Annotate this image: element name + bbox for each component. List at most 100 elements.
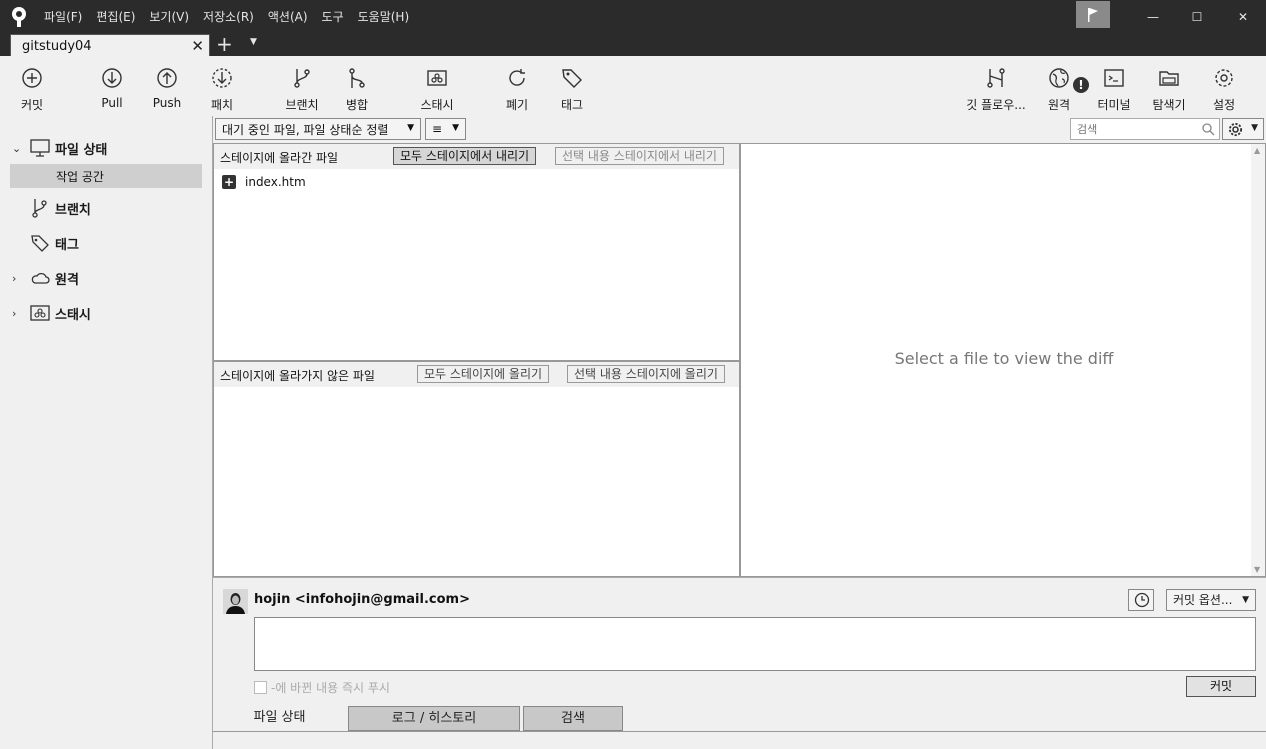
search-box[interactable] bbox=[1070, 118, 1220, 140]
branch-button[interactable]: 브랜치 bbox=[272, 66, 332, 113]
chevron-right-icon[interactable]: › bbox=[12, 272, 16, 285]
folder-icon bbox=[1159, 71, 1179, 86]
terminal-button[interactable]: 터미널 bbox=[1084, 66, 1144, 113]
staged-pane-title: 스테이지에 올라간 파일 bbox=[220, 151, 339, 165]
explorer-label: 탐색기 bbox=[1152, 98, 1186, 112]
tab-file-status[interactable]: 파일 상태 bbox=[213, 706, 346, 731]
chevron-down-icon: ▼ bbox=[1242, 595, 1249, 605]
unstaged-pane-title: 스테이지에 올라가지 않은 파일 bbox=[220, 369, 375, 383]
pull-arrow-down-icon bbox=[102, 68, 122, 88]
repo-tab-label: gitstudy04 bbox=[22, 39, 92, 54]
chevron-down-icon[interactable]: ⌄ bbox=[12, 142, 21, 155]
scroll-down-icon[interactable]: ▼ bbox=[1254, 565, 1260, 574]
commit-history-button[interactable] bbox=[1128, 589, 1154, 611]
menu-actions[interactable]: 액션(A) bbox=[268, 8, 308, 25]
menu-tools[interactable]: 도구 bbox=[322, 8, 344, 25]
commit-button[interactable]: 커밋 bbox=[1186, 676, 1256, 697]
settings-label: 설정 bbox=[1212, 98, 1236, 112]
sidebar-item-remotes[interactable]: › 원격 bbox=[0, 265, 212, 291]
sidebar-item-workspace[interactable]: 작업 공간 bbox=[10, 164, 202, 188]
gear-icon bbox=[1215, 69, 1233, 87]
chevron-right-icon[interactable]: › bbox=[12, 307, 16, 320]
search-input[interactable] bbox=[1077, 120, 1197, 138]
list-view-icon: ≡ bbox=[432, 122, 443, 136]
merge-button[interactable]: 병합 bbox=[327, 66, 387, 113]
tab-bar: gitstudy04 ✕ + ▼ bbox=[0, 33, 1266, 57]
tab-log-history[interactable]: 로그 / 히스토리 bbox=[348, 706, 520, 731]
push-immediately-label: -에 바뀐 내용 즉시 푸시 bbox=[271, 681, 390, 695]
flag-icon bbox=[1088, 7, 1098, 22]
menu-view[interactable]: 보기(V) bbox=[149, 8, 189, 25]
unstage-selected-button[interactable]: 선택 내용 스테이지에서 내리기 bbox=[555, 147, 724, 165]
terminal-label: 터미널 bbox=[1097, 98, 1131, 112]
git-flow-button[interactable]: 깃 플로우... bbox=[966, 66, 1026, 113]
discard-label: 폐기 bbox=[505, 98, 529, 112]
sidebar-item-stashes[interactable]: › 스태시 bbox=[0, 300, 212, 326]
explorer-button[interactable]: 탐색기 bbox=[1139, 66, 1199, 113]
sidebar-item-tags[interactable]: 태그 bbox=[0, 230, 212, 256]
chevron-down-icon: ▼ bbox=[407, 123, 414, 133]
maximize-button[interactable]: ☐ bbox=[1174, 0, 1220, 33]
branch-label: 브랜치 bbox=[285, 98, 319, 112]
commit-options-dropdown[interactable]: 커밋 옵션... ▼ bbox=[1166, 589, 1256, 611]
filter-bar: 대기 중인 파일, 파일 상태순 정렬 ▼ ≡ ▼ ▼ bbox=[213, 116, 1266, 143]
unstaged-files-pane: 스테이지에 올라가지 않은 파일 모두 스테이지에 올리기 선택 내용 스테이지… bbox=[213, 361, 740, 577]
staged-file-name: index.htm bbox=[245, 175, 306, 189]
diff-pane: Select a file to view the diff ▲ ▼ bbox=[740, 143, 1266, 577]
sidebar-file-status[interactable]: ⌄ 파일 상태 bbox=[0, 135, 212, 161]
menu-file[interactable]: 파일(F) bbox=[44, 8, 82, 25]
tab-list-dropdown-icon[interactable]: ▼ bbox=[250, 37, 257, 47]
bottom-tab-bar: 파일 상태 로그 / 히스토리 검색 bbox=[213, 706, 1266, 733]
diff-scrollbar[interactable]: ▲ ▼ bbox=[1251, 144, 1265, 576]
sidebar: ⌄ 파일 상태 작업 공간 브랜치 태그 › 원격 › 스태시 bbox=[0, 116, 212, 749]
sidebar-remotes-label: 원격 bbox=[55, 272, 79, 288]
stash-button[interactable]: 스태시 bbox=[407, 66, 467, 113]
repo-tab[interactable]: gitstudy04 ✕ bbox=[10, 34, 210, 57]
sidebar-branches-label: 브랜치 bbox=[55, 202, 91, 218]
push-immediately-checkbox[interactable]: -에 바뀐 내용 즉시 푸시 bbox=[254, 679, 390, 696]
stash-box-icon bbox=[30, 305, 50, 321]
settings-button[interactable]: 설정 bbox=[1194, 66, 1254, 113]
checkbox-icon[interactable] bbox=[254, 681, 267, 694]
settings-dropdown[interactable]: ▼ bbox=[1222, 118, 1264, 140]
discard-button[interactable]: 폐기 bbox=[487, 66, 547, 113]
git-flow-icon bbox=[987, 68, 1005, 88]
commit-message-input[interactable] bbox=[254, 617, 1256, 671]
fetch-dashed-arrow-icon bbox=[212, 68, 232, 88]
unstaged-pane-header: 스테이지에 올라가지 않은 파일 모두 스테이지에 올리기 선택 내용 스테이지… bbox=[214, 362, 739, 387]
git-flow-label: 깃 플로우... bbox=[966, 98, 1026, 112]
unstage-all-button[interactable]: 모두 스테이지에서 내리기 bbox=[393, 147, 537, 165]
push-button[interactable]: Push bbox=[137, 66, 197, 110]
commit-options-label: 커밋 옵션... bbox=[1173, 593, 1233, 607]
stage-all-button[interactable]: 모두 스테이지에 올리기 bbox=[417, 365, 550, 383]
title-bar: 파일(F) 편집(E) 보기(V) 저장소(R) 액션(A) 도구 도움말(H)… bbox=[0, 0, 1266, 33]
close-window-button[interactable]: ✕ bbox=[1220, 0, 1266, 33]
new-tab-button[interactable]: + bbox=[216, 33, 233, 55]
menu-help[interactable]: 도움말(H) bbox=[358, 8, 410, 25]
fetch-button[interactable]: 패치 bbox=[192, 66, 252, 113]
tab-search[interactable]: 검색 bbox=[523, 706, 623, 731]
monitor-icon bbox=[30, 139, 50, 157]
tag-button[interactable]: 태그 bbox=[542, 66, 602, 113]
scroll-up-icon[interactable]: ▲ bbox=[1254, 146, 1260, 155]
sort-dropdown[interactable]: 대기 중인 파일, 파일 상태순 정렬 ▼ bbox=[215, 118, 421, 140]
stash-label: 스태시 bbox=[420, 98, 454, 112]
terminal-icon bbox=[1104, 69, 1124, 87]
sidebar-item-branches[interactable]: 브랜치 bbox=[0, 195, 212, 221]
minimize-button[interactable]: — bbox=[1130, 0, 1176, 33]
notification-flag-button[interactable] bbox=[1076, 1, 1110, 28]
commit-tool-button[interactable]: 커밋 bbox=[2, 66, 62, 113]
stage-selected-button[interactable]: 선택 내용 스테이지에 올리기 bbox=[567, 365, 725, 383]
branch-icon bbox=[294, 69, 310, 88]
menu-edit[interactable]: 편집(E) bbox=[96, 8, 135, 25]
view-mode-dropdown[interactable]: ≡ ▼ bbox=[425, 118, 466, 140]
pull-button[interactable]: Pull bbox=[82, 66, 142, 110]
tag-label: 태그 bbox=[560, 98, 584, 112]
list-item[interactable]: + index.htm bbox=[222, 175, 306, 189]
chevron-down-icon: ▼ bbox=[1251, 123, 1258, 133]
push-arrow-up-icon bbox=[157, 68, 177, 88]
menu-repository[interactable]: 저장소(R) bbox=[203, 8, 254, 25]
tab-close-icon[interactable]: ✕ bbox=[191, 37, 204, 55]
staged-pane-header: 스테이지에 올라간 파일 모두 스테이지에서 내리기 선택 내용 스테이지에서 … bbox=[214, 144, 739, 169]
sourcetree-logo-icon bbox=[12, 7, 26, 27]
